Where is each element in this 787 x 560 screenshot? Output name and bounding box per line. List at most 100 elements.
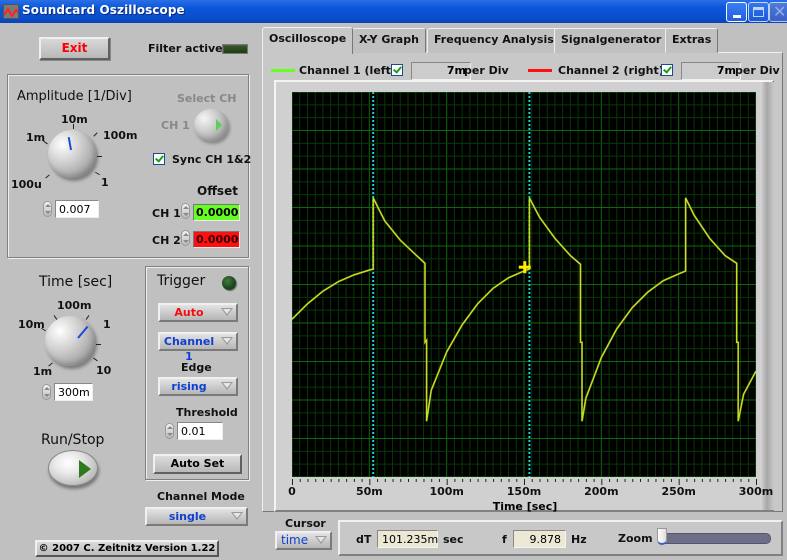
- maximize-icon: [753, 7, 764, 17]
- threshold-spin-icon[interactable]: [165, 423, 174, 439]
- close-icon: ✕: [773, 2, 787, 21]
- amplitude-scale-100u: 100u: [11, 178, 42, 191]
- tab-oscilloscope[interactable]: Oscilloscope: [262, 27, 354, 54]
- maximize-button[interactable]: [748, 2, 769, 22]
- close-button[interactable]: ✕: [769, 2, 787, 22]
- window-title: Soundcard Oszilloscope: [22, 3, 185, 17]
- amplitude-scale-10m: 10m: [61, 113, 88, 126]
- threshold-control[interactable]: 0.01: [165, 422, 227, 440]
- x-tick-label: 200m: [584, 485, 619, 498]
- auto-set-button[interactable]: Auto Set: [153, 454, 242, 474]
- cursor-mode-value: time: [281, 533, 309, 547]
- oscilloscope-plot[interactable]: [292, 92, 756, 477]
- sync-ch-label: Sync CH 1&2: [172, 153, 252, 166]
- channel-mode-dropdown[interactable]: single: [145, 507, 248, 526]
- amplitude-tick: [97, 156, 102, 157]
- filter-active-indicator: [222, 44, 248, 54]
- tab-signalgenerator[interactable]: Signalgenerator: [554, 28, 669, 53]
- channel-1-checkbox[interactable]: [391, 64, 403, 76]
- dt-label: dT: [356, 533, 372, 546]
- offset-ch2-input[interactable]: 0.0000: [193, 231, 240, 248]
- tab-frequency-analysis[interactable]: Frequency Analysis: [427, 28, 561, 53]
- offset-ch1-input[interactable]: 0.0000: [193, 204, 240, 221]
- time-scale-100m: 100m: [57, 299, 92, 312]
- channel-1-label: Channel 1 (left): [299, 64, 396, 77]
- channel-2-label: Channel 2 (right): [558, 64, 664, 77]
- time-knob-body[interactable]: [45, 316, 95, 366]
- channel-mode-value: single: [168, 510, 207, 523]
- exit-button[interactable]: Exit: [39, 37, 110, 60]
- time-title: Time [sec]: [39, 274, 113, 290]
- zoom-slider-track[interactable]: [659, 533, 771, 544]
- chevron-down-icon: [221, 337, 233, 345]
- amplitude-tick: [73, 124, 74, 129]
- channel-1-per-div-value[interactable]: 7m: [411, 62, 471, 80]
- offset-ch1-label: CH 1: [152, 207, 181, 220]
- graph-scrollbar[interactable]: [760, 82, 774, 510]
- run-stop-button[interactable]: [48, 450, 98, 486]
- time-spin-icon[interactable]: [42, 384, 51, 400]
- time-scale-1: 1: [103, 318, 111, 331]
- offset-ch2-label: CH 2: [152, 234, 181, 247]
- x-tick-label: 50m: [355, 485, 383, 498]
- trigger-edge-dropdown[interactable]: rising: [158, 377, 238, 396]
- time-tick: [85, 315, 90, 320]
- minimize-button[interactable]: [726, 2, 747, 22]
- threshold-label: Threshold: [176, 406, 238, 419]
- play-icon: [79, 460, 91, 478]
- trigger-mode-value: Auto: [174, 306, 204, 319]
- trigger-mode-dropdown[interactable]: Auto: [158, 303, 238, 322]
- cursor-label: Cursor: [285, 517, 326, 530]
- title-bar: Soundcard Oszilloscope ✕: [0, 0, 787, 23]
- edge-label: Edge: [181, 361, 212, 374]
- amplitude-title: Amplitude [1/Div]: [17, 89, 132, 104]
- trigger-indicator: [222, 276, 236, 290]
- x-tick-label: 150m: [506, 485, 542, 498]
- amplitude-spin-icon[interactable]: [43, 201, 52, 217]
- zoom-slider-thumb[interactable]: [657, 528, 667, 545]
- amplitude-knob-body[interactable]: [48, 130, 96, 178]
- trigger-title: Trigger: [157, 273, 206, 289]
- amplitude-value-control[interactable]: 0.007: [43, 200, 103, 218]
- f-unit: Hz: [571, 533, 587, 546]
- trigger-source-dropdown[interactable]: Channel 1: [158, 332, 238, 363]
- channel-mode-label: Channel Mode: [157, 490, 245, 503]
- offset-ch2-spin-icon[interactable]: [181, 230, 190, 246]
- x-tick-label: 250m: [661, 485, 696, 498]
- x-axis: [292, 479, 757, 485]
- tab-extras[interactable]: Extras: [665, 28, 719, 53]
- chevron-down-icon: [221, 382, 233, 390]
- tab-xy-graph[interactable]: X-Y Graph: [352, 28, 426, 53]
- chevron-down-icon: [231, 512, 243, 520]
- time-tick: [93, 357, 98, 362]
- channel-2-per-div-value[interactable]: 7m: [681, 62, 741, 80]
- offset-ch1-spin-icon[interactable]: [181, 203, 190, 219]
- chevron-down-icon: [221, 308, 233, 316]
- x-tick-label: 100m: [429, 485, 464, 498]
- select-ch-title: Select CH: [177, 92, 237, 105]
- x-axis-title: Time [sec]: [492, 500, 558, 513]
- amplitude-scale-100m: 100m: [103, 129, 138, 142]
- dt-unit: sec: [443, 533, 464, 546]
- select-ch-indicator-icon: [216, 119, 222, 131]
- amplitude-scale-1: 1: [101, 176, 109, 189]
- time-value-input[interactable]: 300m: [54, 383, 93, 401]
- amplitude-scale-1m: 1m: [26, 131, 46, 144]
- copyright-label: © 2007 C. Zeitnitz Version 1.22: [35, 540, 219, 557]
- time-scale-10: 10: [96, 364, 112, 377]
- f-value: 9.878: [513, 530, 566, 548]
- zoom-label: Zoom: [618, 532, 653, 545]
- select-ch-switch[interactable]: [194, 109, 228, 141]
- time-tick: [53, 315, 58, 320]
- amplitude-value-input[interactable]: 0.007: [55, 200, 99, 218]
- app-icon: [3, 4, 19, 19]
- filter-active-label: Filter active: [148, 42, 223, 55]
- cursor-mode-dropdown[interactable]: time: [275, 531, 332, 550]
- dt-value: 101.235m: [377, 530, 438, 548]
- sync-ch-checkbox[interactable]: [153, 153, 165, 165]
- time-value-control[interactable]: 300m: [42, 383, 97, 401]
- channel-2-checkbox[interactable]: [661, 64, 673, 76]
- threshold-input[interactable]: 0.01: [177, 422, 223, 440]
- f-label: f: [502, 533, 507, 546]
- offset-title: Offset: [197, 184, 238, 198]
